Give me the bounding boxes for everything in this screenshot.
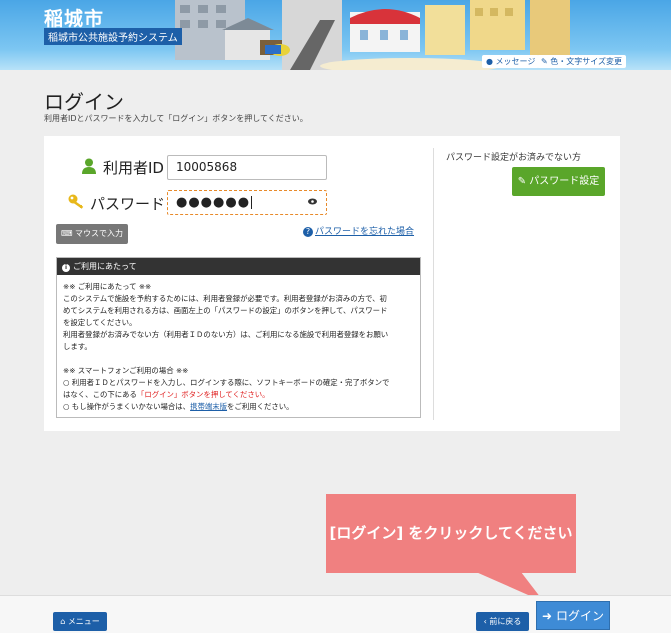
- key-icon: [68, 194, 84, 209]
- notice-line: 利用者登録がお済みでない方（利用者ＩＤのない方）は、ご利用になる施設で利用者登録…: [63, 330, 389, 339]
- login-label: ログイン: [555, 609, 604, 623]
- forgot-password-link[interactable]: ? パスワードを忘れた場合: [303, 224, 414, 237]
- mouse-input-button[interactable]: ⌨ マウスで入力: [56, 224, 128, 244]
- menu-label: メニュー: [67, 617, 100, 626]
- mouse-input-label: マウスで入力: [75, 229, 124, 238]
- info-icon: i: [62, 264, 70, 272]
- messages-link-label: メッセージ: [495, 57, 536, 66]
- instruction-callout: [ログイン] をクリックしてください: [326, 494, 576, 573]
- text-size-link-label: 色・文字サイズ変更: [550, 57, 623, 66]
- user-id-input[interactable]: 10005868: [167, 155, 327, 180]
- notice-line: ※※ スマートフォンご利用の場合 ※※: [63, 366, 189, 375]
- question-icon: ?: [303, 227, 313, 237]
- back-label: 前に戻る: [489, 617, 522, 626]
- home-icon: ⌂: [60, 617, 66, 626]
- password-input[interactable]: ●●●●●●: [167, 190, 327, 215]
- notice-text: はなく、この下にある: [63, 390, 137, 399]
- sign-in-icon: ➜: [542, 609, 553, 623]
- notice-line: を設定してください。: [63, 318, 137, 327]
- password-setup-prompt: パスワード設定がお済みでない方: [446, 153, 582, 163]
- page-description: 利用者IDとパスワードを入力して「ログイン」ボタンを押してください。: [44, 114, 308, 123]
- text-size-link[interactable]: ✎ 色・文字サイズ変更: [537, 55, 627, 68]
- notice-text: をご利用ください。: [227, 402, 294, 411]
- card-divider: [433, 148, 434, 420]
- notice-line: ○ 利用者ＩＤとパスワードを入力し、ログインする際に、ソフトキーボードの確定・完…: [63, 378, 390, 387]
- notice-warning: 「ログイン」ボタンを押してください。: [136, 390, 270, 399]
- notice-body: ※※ ご利用にあたって ※※ このシステムで施設を予約するためには、利用者登録が…: [57, 275, 420, 419]
- user-icon: [82, 158, 96, 174]
- notice-spacer: [63, 353, 414, 365]
- password-setup-button[interactable]: ✎ パスワード設定: [512, 167, 605, 196]
- notice-line: ○ もし操作がうまくいかない場合は、携帯端末版をご利用ください。: [63, 401, 414, 413]
- back-button[interactable]: ‹ 前に戻る: [476, 612, 529, 631]
- chat-icon: ●: [486, 57, 493, 66]
- page-title: ログイン: [44, 90, 124, 114]
- login-button[interactable]: ➜ ログイン: [536, 601, 610, 630]
- system-name: 稲城市公共施設予約システム: [44, 28, 182, 45]
- notice-heading: i ご利用にあたって: [57, 258, 420, 275]
- notice-line: このシステムで施設を予約するためには、利用者登録が必要です。利用者登録がお済みの…: [63, 294, 387, 303]
- eye-icon[interactable]: [308, 198, 317, 205]
- usage-notice-panel: i ご利用にあたって ※※ ご利用にあたって ※※ このシステムで施設を予約するた…: [56, 257, 421, 418]
- city-name: 稲城市: [44, 8, 105, 30]
- pencil-icon: ✎: [517, 176, 527, 187]
- pencil-icon: ✎: [541, 57, 548, 66]
- messages-link[interactable]: ● メッセージ: [482, 55, 540, 68]
- password-setup-label: パスワード設定: [529, 176, 600, 187]
- mobile-version-link[interactable]: 携帯端末版: [190, 402, 227, 411]
- notice-line: はなく、この下にある「ログイン」ボタンを押してください。: [63, 389, 414, 401]
- menu-button[interactable]: ⌂ メニュー: [53, 612, 107, 631]
- text-caret: [251, 196, 253, 209]
- notice-line: します。: [63, 342, 92, 351]
- forgot-password-label: パスワードを忘れた場合: [315, 227, 415, 237]
- notice-line: めてシステムを利用される方は、画面左上の「パスワードの設定」のボタンを押して、パ…: [63, 306, 388, 315]
- user-id-label: 利用者ID: [103, 159, 164, 177]
- header-banner: 稲城市 稲城市公共施設予約システム ● メッセージ ✎ 色・文字サイズ変更: [0, 0, 671, 70]
- notice-text: ○ もし操作がうまくいかない場合は、: [63, 402, 191, 411]
- notice-heading-text: ご利用にあたって: [73, 262, 137, 271]
- password-label: パスワード: [90, 195, 166, 213]
- password-mask: ●●●●●●: [176, 195, 251, 210]
- notice-line: ※※ ご利用にあたって ※※: [63, 282, 152, 291]
- keyboard-icon: ⌨: [60, 229, 73, 238]
- chevron-left-icon: ‹: [483, 617, 487, 626]
